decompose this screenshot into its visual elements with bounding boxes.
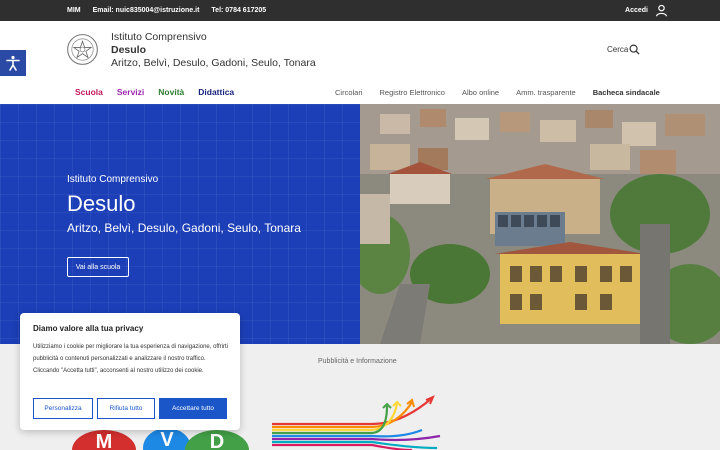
- search-icon[interactable]: [629, 44, 640, 55]
- republic-emblem-logo[interactable]: [66, 33, 99, 66]
- hero-towns: Aritzo, Belvì, Desulo, Gadoni, Seulo, To…: [67, 221, 301, 235]
- nav-registro[interactable]: Registro Elettronico: [380, 88, 445, 97]
- customize-button[interactable]: Personalizza: [33, 398, 93, 419]
- hero-title: Desulo: [67, 191, 136, 216]
- nav-bacheca[interactable]: Bacheca sindacale: [593, 88, 660, 97]
- school-towns: Aritzo, Belvì, Desulo, Gadoni, Seulo, To…: [111, 57, 316, 69]
- accept-all-button[interactable]: Accettare tutto: [159, 398, 227, 419]
- school-aerial-photo: [360, 104, 720, 344]
- nav-circolari[interactable]: Circolari: [335, 88, 363, 97]
- cookie-text: Utilizziamo i cookie per migliorare la t…: [33, 344, 228, 374]
- hero-text: Istituto Comprensivo Desulo Aritzo, Belv…: [67, 174, 301, 235]
- nav-novita[interactable]: Novità: [158, 87, 184, 97]
- mim-link[interactable]: MIM: [67, 7, 81, 14]
- nav-amm[interactable]: Amm. trasparente: [516, 88, 576, 97]
- secondary-nav: Circolari Registro Elettronico Albo onli…: [335, 88, 660, 97]
- email-link[interactable]: Email: nuic835004@istruzione.it: [93, 7, 200, 14]
- mvd-letter-m: M: [96, 431, 113, 450]
- mvd-letter-d: D: [210, 431, 224, 450]
- nav-servizi[interactable]: Servizi: [117, 87, 144, 97]
- school-type: Istituto Comprensivo: [111, 31, 207, 43]
- mvd-logo[interactable]: M V D: [72, 428, 252, 450]
- reject-all-button[interactable]: Rifiuta tutto: [97, 398, 155, 419]
- user-icon[interactable]: [655, 4, 668, 17]
- nav-scuola[interactable]: Scuola: [75, 87, 103, 97]
- mvd-letter-v: V: [160, 429, 174, 450]
- accessibility-button[interactable]: [0, 50, 26, 76]
- colored-arrows-graphic: [272, 395, 441, 450]
- school-name[interactable]: Istituto Comprensivo Desulo Aritzo, Belv…: [111, 31, 316, 70]
- top-bar: MIM Email: nuic835004@istruzione.it Tel:…: [0, 0, 720, 21]
- accessibility-icon: [6, 55, 20, 71]
- phone-link[interactable]: Tel: 0784 617205: [211, 7, 266, 14]
- cookie-title: Diamo valore alla tua privacy: [33, 324, 144, 333]
- hero-banner: Istituto Comprensivo Desulo Aritzo, Belv…: [0, 104, 720, 344]
- top-links: MIM Email: nuic835004@istruzione.it Tel:…: [67, 7, 266, 14]
- main-nav: Scuola Servizi Novità Didattica: [75, 87, 234, 97]
- cookie-consent-dialog: Diamo valore alla tua privacy Utilizziam…: [20, 313, 240, 430]
- section-label: Pubblicità e Informazione: [318, 358, 397, 365]
- nav-didattica[interactable]: Didattica: [198, 87, 234, 97]
- nav-albo[interactable]: Albo online: [462, 88, 499, 97]
- search-label[interactable]: Cerca: [607, 45, 628, 54]
- hero-subtitle: Istituto Comprensivo: [67, 174, 159, 185]
- school-city: Desulo: [111, 44, 147, 56]
- login-link[interactable]: Accedi: [625, 7, 648, 14]
- go-to-school-button[interactable]: Vai alla scuola: [67, 257, 129, 277]
